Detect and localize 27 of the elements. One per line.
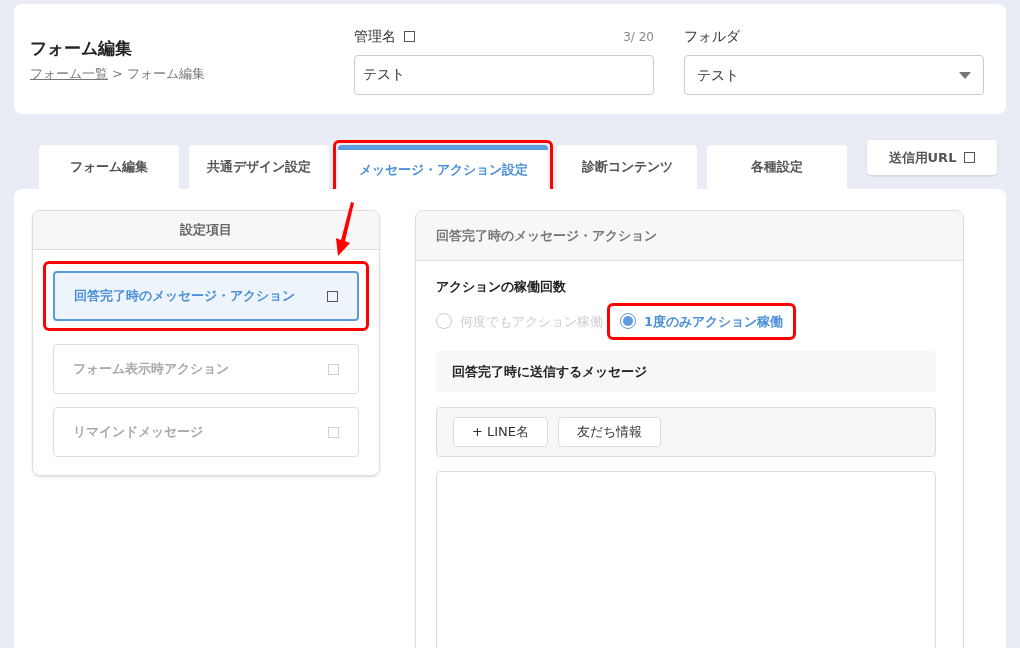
tab[interactable]: フォーム編集: [39, 145, 179, 189]
square-icon: [328, 363, 339, 375]
insert-button[interactable]: + LINE名: [453, 417, 549, 447]
message-textarea[interactable]: [436, 471, 936, 648]
section-label: アクションの稼働回数: [436, 278, 567, 296]
folder-select[interactable]: テスト: [684, 55, 984, 95]
square-icon: [404, 31, 415, 42]
name-input[interactable]: テスト: [354, 55, 654, 95]
square-icon: [328, 426, 339, 438]
message-heading: 回答完了時に送信するメッセージ: [436, 351, 936, 392]
char-counter: 3/ 20: [623, 28, 654, 46]
square-icon: [964, 152, 976, 163]
field-label: 管理名: [354, 27, 396, 46]
field-label: フォルダ: [684, 27, 741, 46]
breadcrumb-link[interactable]: フォーム一覧: [30, 63, 108, 83]
insert-button[interactable]: 友だち情報: [558, 417, 662, 447]
breadcrumb-separator: >: [112, 64, 123, 83]
tab[interactable]: 各種設定: [707, 145, 847, 189]
page-title: フォーム編集: [30, 37, 133, 60]
card-header: 設定項目: [33, 211, 379, 250]
caret-icon: [959, 71, 971, 79]
tab[interactable]: 診断コンテンツ: [557, 145, 697, 189]
send-url-button[interactable]: 送信用URL: [867, 140, 997, 175]
card-header: 回答完了時のメッセージ・アクション: [416, 211, 963, 261]
tab[interactable]: 共通デザイン設定: [189, 145, 329, 189]
breadcrumb-current: フォーム編集: [126, 64, 205, 83]
square-icon: [327, 290, 338, 302]
